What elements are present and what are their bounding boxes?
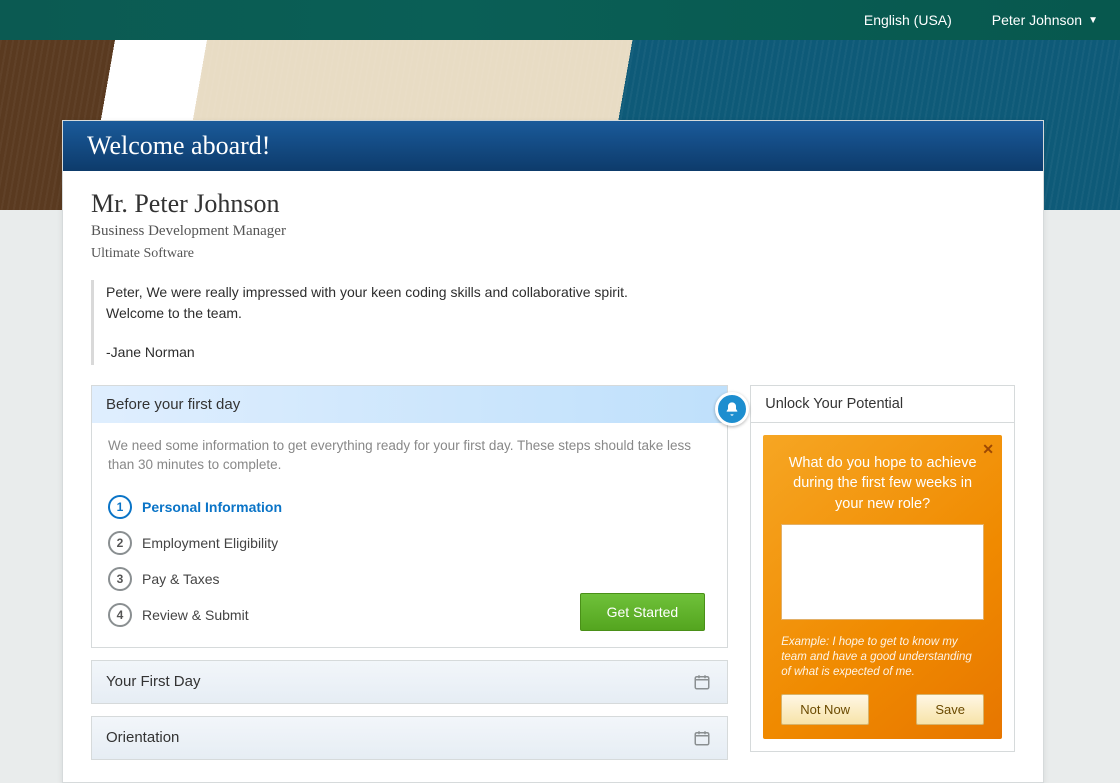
panel-before-first-day: Before your first day We need some infor…: [91, 385, 728, 648]
panel-title: Your First Day: [106, 673, 200, 690]
step-label: Review & Submit: [142, 607, 249, 623]
goal-hint: Example: I hope to get to know my team a…: [781, 635, 984, 680]
step-label: Pay & Taxes: [142, 571, 220, 587]
calendar-icon: [691, 727, 713, 749]
step-label: Personal Information: [142, 499, 282, 515]
panel-title: Before your first day: [106, 396, 240, 413]
save-button[interactable]: Save: [916, 694, 984, 725]
goal-card: ✕ What do you hope to achieve during the…: [763, 435, 1002, 739]
step-label: Employment Eligibility: [142, 535, 278, 551]
goal-textarea[interactable]: [781, 524, 984, 620]
get-started-button[interactable]: Get Started: [580, 593, 706, 631]
goal-panel: ✕ What do you hope to achieve during the…: [750, 422, 1015, 752]
goal-panel-title: Unlock Your Potential: [750, 385, 1015, 422]
step-number: 4: [108, 603, 132, 627]
user-menu[interactable]: Peter Johnson ▼: [992, 12, 1098, 28]
panel-desc: We need some information to get everythi…: [108, 437, 711, 475]
step-number: 1: [108, 495, 132, 519]
bell-icon[interactable]: [715, 392, 749, 426]
panel-orientation[interactable]: Orientation: [91, 716, 728, 760]
goal-question: What do you hope to achieve during the f…: [781, 453, 984, 524]
step-number: 2: [108, 531, 132, 555]
employee-name: Mr. Peter Johnson: [91, 189, 1015, 219]
step-pay-taxes[interactable]: 3 Pay & Taxes: [108, 561, 711, 597]
step-employment-eligibility[interactable]: 2 Employment Eligibility: [108, 525, 711, 561]
chevron-down-icon: ▼: [1088, 15, 1098, 26]
calendar-icon: [691, 671, 713, 693]
step-number: 3: [108, 567, 132, 591]
top-bar: English (USA) Peter Johnson ▼: [0, 0, 1120, 40]
panel-title: Orientation: [106, 729, 179, 746]
panel-head-before[interactable]: Before your first day: [92, 386, 727, 423]
close-icon[interactable]: ✕: [982, 441, 994, 458]
welcome-card: Welcome aboard! Mr. Peter Johnson Busine…: [62, 120, 1044, 783]
card-title: Welcome aboard!: [63, 121, 1043, 171]
employee-company: Ultimate Software: [91, 246, 1015, 262]
step-personal-information[interactable]: 1 Personal Information: [108, 489, 711, 525]
panel-your-first-day[interactable]: Your First Day: [91, 660, 728, 704]
welcome-message: Peter, We were really impressed with you…: [91, 280, 731, 365]
employee-title: Business Development Manager: [91, 223, 1015, 240]
welcome-line-1: Peter, We were really impressed with you…: [106, 282, 731, 303]
locale-label: English (USA): [864, 12, 952, 28]
welcome-signature: -Jane Norman: [106, 342, 731, 363]
welcome-line-2: Welcome to the team.: [106, 303, 731, 324]
locale-selector[interactable]: English (USA): [864, 12, 952, 28]
not-now-button[interactable]: Not Now: [781, 694, 869, 725]
user-name: Peter Johnson: [992, 12, 1082, 28]
